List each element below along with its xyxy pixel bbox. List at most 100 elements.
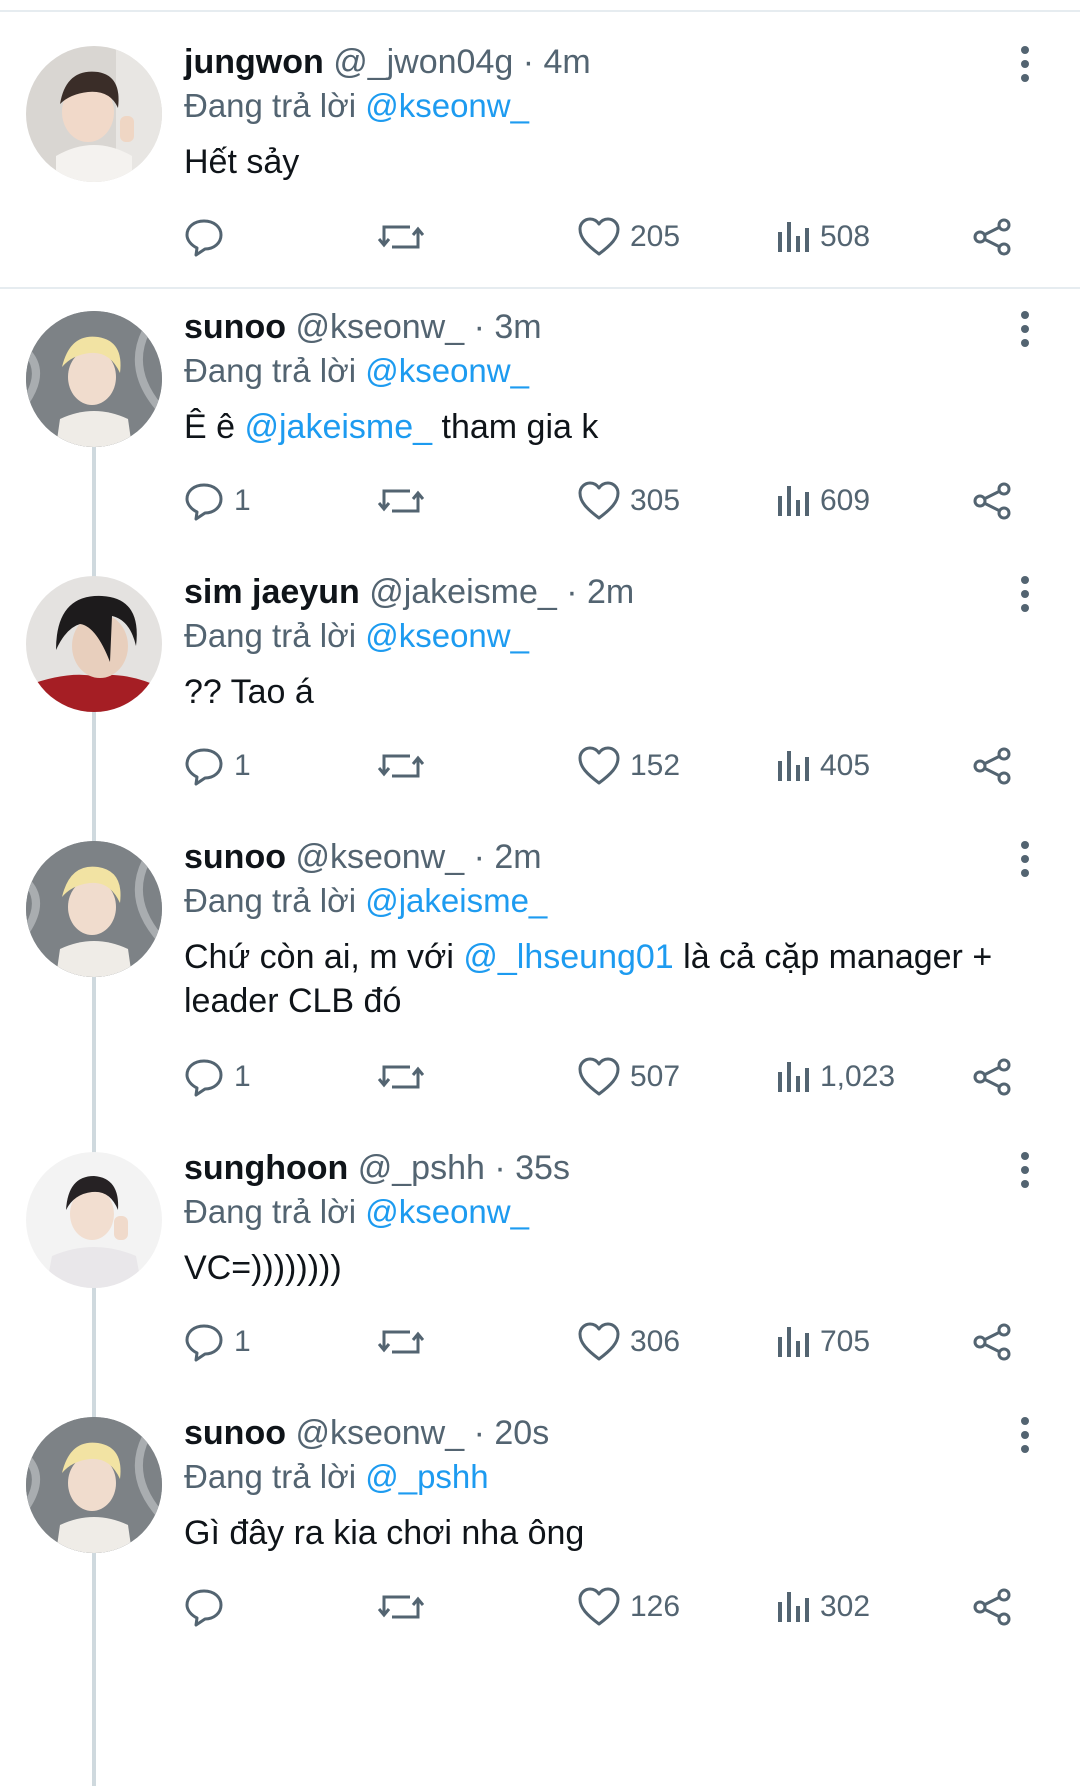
- timestamp[interactable]: · 35s: [494, 1149, 570, 1187]
- reply-mention[interactable]: @jakeisme_: [365, 882, 547, 919]
- retweet-icon: [378, 1065, 424, 1089]
- like-button[interactable]: 306: [578, 1318, 680, 1366]
- display-name[interactable]: sunoo: [184, 838, 286, 876]
- like-button[interactable]: 305: [578, 477, 680, 525]
- like-button[interactable]: 507: [578, 1053, 680, 1101]
- user-handle[interactable]: @jakeisme_: [369, 573, 557, 611]
- views-button[interactable]: 1,023: [776, 1053, 895, 1101]
- avatar-sunghoon[interactable]: [26, 1152, 162, 1288]
- share-icon: [973, 482, 1011, 520]
- like-button[interactable]: 152: [578, 742, 680, 790]
- reply-icon: [185, 1324, 223, 1362]
- views-button[interactable]: 508: [776, 213, 870, 261]
- like-button[interactable]: 205: [578, 213, 680, 261]
- user-handle[interactable]: @kseonw_: [295, 308, 464, 346]
- heart-icon: [578, 1587, 620, 1626]
- reply-button[interactable]: 1: [184, 742, 251, 790]
- user-handle[interactable]: @_jwon04g: [333, 43, 513, 81]
- top-divider: [0, 0, 1080, 12]
- views-icon: [778, 1327, 809, 1357]
- tweet-header: sunoo @kseonw_ · 2m: [184, 835, 542, 879]
- avatar-sim-jaeyun[interactable]: [26, 576, 162, 712]
- tweet[interactable]: sunghoon @_pshh · 35s Đang trả lời @kseo…: [0, 1146, 1080, 1390]
- view-count: 609: [820, 484, 871, 517]
- retweet-icon: [378, 754, 424, 778]
- avatar-jungwon[interactable]: [26, 46, 162, 182]
- reply-mention[interactable]: @kseonw_: [365, 87, 529, 124]
- display-name[interactable]: sunghoon: [184, 1149, 348, 1187]
- views-icon: [778, 1062, 809, 1092]
- share-button[interactable]: [972, 742, 1012, 790]
- tweet-text: Chứ còn ai, m với @_lhseung01 là cả cặp …: [184, 935, 1044, 1023]
- reply-button[interactable]: 1: [184, 477, 251, 525]
- tweet[interactable]: sim jaeyun @jakeisme_ · 2m Đang trả lời …: [0, 570, 1080, 814]
- display-name[interactable]: jungwon: [184, 43, 324, 81]
- timestamp[interactable]: · 2m: [566, 573, 634, 611]
- more-options-button[interactable]: [1010, 1417, 1040, 1457]
- user-handle[interactable]: @kseonw_: [295, 1414, 464, 1452]
- share-button[interactable]: [972, 1318, 1012, 1366]
- text-mention[interactable]: @jakeisme_: [244, 408, 432, 446]
- reply-prefix: Đang trả lời: [184, 882, 357, 919]
- share-icon: [973, 1058, 1011, 1096]
- avatar-sunoo[interactable]: [26, 1417, 162, 1553]
- timestamp[interactable]: · 20s: [474, 1414, 550, 1452]
- tweet[interactable]: jungwon @_jwon04g · 4m Đang trả lời @kse…: [0, 40, 1080, 289]
- reply-button[interactable]: 1: [184, 1318, 251, 1366]
- views-icon: [778, 486, 809, 516]
- reply-button[interactable]: 1: [184, 1053, 251, 1101]
- timestamp[interactable]: · 2m: [474, 838, 542, 876]
- more-options-button[interactable]: [1010, 311, 1040, 351]
- share-icon: [973, 747, 1011, 785]
- share-icon: [973, 1323, 1011, 1361]
- more-options-button[interactable]: [1010, 46, 1040, 86]
- share-button[interactable]: [972, 1053, 1012, 1101]
- share-button[interactable]: [972, 477, 1012, 525]
- user-handle[interactable]: @kseonw_: [295, 838, 464, 876]
- views-button[interactable]: 405: [776, 742, 870, 790]
- share-button[interactable]: [972, 1583, 1012, 1631]
- reply-mention[interactable]: @kseonw_: [365, 617, 529, 654]
- views-button[interactable]: 609: [776, 477, 870, 525]
- reply-mention[interactable]: @_pshh: [365, 1458, 488, 1495]
- display-name[interactable]: sunoo: [184, 308, 286, 346]
- more-options-button[interactable]: [1010, 841, 1040, 881]
- more-options-button[interactable]: [1010, 1152, 1040, 1192]
- more-options-button[interactable]: [1010, 576, 1040, 616]
- retweet-button[interactable]: [378, 1053, 424, 1101]
- views-button[interactable]: 705: [776, 1318, 870, 1366]
- reply-icon: [185, 748, 223, 786]
- retweet-button[interactable]: [378, 1583, 424, 1631]
- tweet-actions: 205 508: [0, 213, 1080, 261]
- text-mention[interactable]: @_lhseung01: [463, 938, 673, 976]
- like-count: 305: [630, 484, 681, 517]
- display-name[interactable]: sim jaeyun: [184, 573, 360, 611]
- retweet-button[interactable]: [378, 213, 424, 261]
- avatar-sunoo[interactable]: [26, 841, 162, 977]
- tweet-actions: 126 302: [0, 1583, 1080, 1631]
- reply-button[interactable]: [184, 1583, 234, 1631]
- share-button[interactable]: [972, 213, 1012, 261]
- views-button[interactable]: 302: [776, 1583, 870, 1631]
- tweet-actions: 1 306 705: [0, 1318, 1080, 1366]
- avatar-sunoo[interactable]: [26, 311, 162, 447]
- timestamp[interactable]: · 4m: [523, 43, 591, 81]
- reply-mention[interactable]: @kseonw_: [365, 1193, 529, 1230]
- like-count: 126: [630, 1590, 681, 1623]
- retweet-button[interactable]: [378, 742, 424, 790]
- timestamp[interactable]: · 3m: [474, 308, 542, 346]
- reply-button[interactable]: [184, 213, 234, 261]
- tweet[interactable]: sunoo @kseonw_ · 3m Đang trả lời @kseonw…: [0, 305, 1080, 549]
- tweet[interactable]: sunoo @kseonw_ · 20s Đang trả lời @_pshh…: [0, 1411, 1080, 1652]
- tweet-text: Ê ê @jakeisme_ tham gia k: [184, 405, 1044, 449]
- like-button[interactable]: 126: [578, 1583, 680, 1631]
- reply-mention[interactable]: @kseonw_: [365, 352, 529, 389]
- user-handle[interactable]: @_pshh: [358, 1149, 485, 1187]
- retweet-button[interactable]: [378, 1318, 424, 1366]
- tweet[interactable]: sunoo @kseonw_ · 2m Đang trả lời @jakeis…: [0, 835, 1080, 1125]
- display-name[interactable]: sunoo: [184, 1414, 286, 1452]
- retweet-icon: [378, 489, 424, 513]
- reply-context: Đang trả lời @kseonw_: [184, 84, 529, 128]
- reply-count: 1: [234, 484, 251, 517]
- retweet-button[interactable]: [378, 477, 424, 525]
